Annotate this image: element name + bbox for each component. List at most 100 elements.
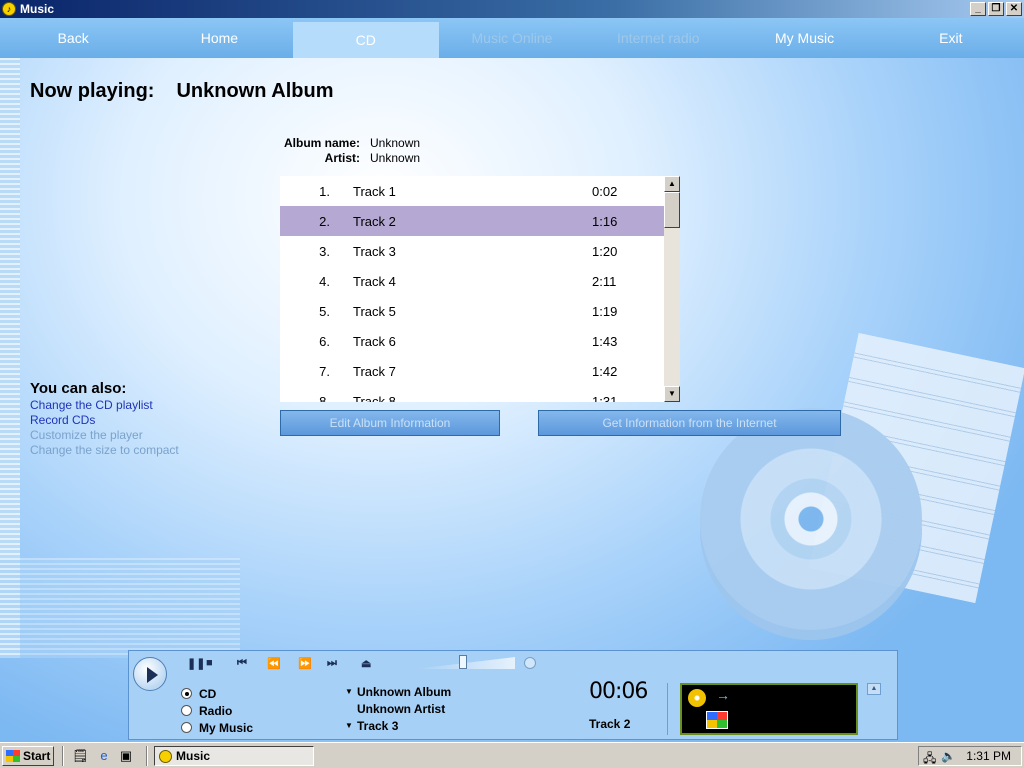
- volume-slider-knob[interactable]: [459, 655, 467, 669]
- system-tray: 🖧 🔈 1:31 PM: [918, 746, 1022, 766]
- album-info: Album name: Unknown Artist: Unknown: [280, 136, 420, 166]
- track-number: 2.: [319, 214, 330, 229]
- track-row[interactable]: 6. Track 6 1:43: [280, 326, 680, 356]
- source-my-music[interactable]: My Music: [181, 719, 253, 736]
- taskbar-music-label: Music: [176, 749, 211, 763]
- player-album: Unknown Album: [357, 684, 452, 699]
- nav-music-online: Music Online: [471, 30, 553, 46]
- divider: [667, 683, 668, 735]
- track-row[interactable]: 7. Track 7 1:42: [280, 356, 680, 386]
- record-cds-link[interactable]: Record CDs: [30, 413, 179, 428]
- source-cd[interactable]: CD: [181, 685, 253, 702]
- eject-icon[interactable]: ⏏: [361, 657, 371, 670]
- track-duration: 1:16: [592, 214, 618, 229]
- start-label: Start: [23, 749, 51, 763]
- track-number: 1.: [319, 184, 330, 199]
- fast-forward-icon[interactable]: ⏩: [298, 657, 312, 670]
- source-selector: CD Radio My Music: [181, 685, 253, 736]
- dropdown-arrow-icon[interactable]: ▼: [345, 687, 357, 696]
- compact-size-link: Change the size to compact: [30, 443, 179, 457]
- title-bar: ♪ Music _ ❐ ✕: [0, 0, 1024, 18]
- track-number: 6.: [319, 334, 330, 349]
- track-name: Track 5: [353, 304, 396, 319]
- radio-icon[interactable]: [181, 705, 192, 716]
- track-number: 8.: [319, 394, 330, 402]
- dropdown-arrow-icon[interactable]: ▼: [345, 721, 357, 730]
- play-button[interactable]: [133, 657, 167, 691]
- track-row[interactable]: 5. Track 5 1:19: [280, 296, 680, 326]
- nav-home[interactable]: Home: [146, 18, 292, 58]
- source-label: Radio: [199, 703, 233, 718]
- album-name-value: Unknown: [370, 136, 421, 150]
- track-duration: 2:11: [592, 274, 617, 289]
- nav-exit[interactable]: Exit: [878, 18, 1024, 58]
- nav-my-music[interactable]: My Music: [731, 18, 877, 58]
- scroll-down-icon[interactable]: ▼: [664, 386, 680, 402]
- page-title: Now playing: Unknown Album: [30, 80, 333, 103]
- elapsed-time: 00:06: [589, 679, 648, 704]
- edit-album-info-button[interactable]: Edit Album Information: [280, 410, 500, 436]
- nav-back[interactable]: Back: [0, 18, 146, 58]
- player-artist: Unknown Artist: [357, 701, 446, 716]
- track-row-selected[interactable]: 2. Track 2 1:16: [280, 206, 664, 236]
- source-radio[interactable]: Radio: [181, 702, 253, 719]
- scroll-thumb[interactable]: [664, 192, 680, 228]
- track-name: Track 4: [353, 274, 396, 289]
- track-number: 5.: [319, 304, 330, 319]
- track-list-scrollbar[interactable]: ▲ ▼: [664, 176, 680, 402]
- cd-decoration: [700, 408, 922, 630]
- scroll-up-icon[interactable]: ▲: [664, 176, 680, 192]
- decorative-stripes-bottom: [0, 558, 240, 658]
- arrow-right-icon: →: [716, 687, 730, 703]
- main-panel: Now playing: Unknown Album Album name: Un…: [0, 58, 1024, 742]
- internet-explorer-icon[interactable]: e: [96, 748, 112, 764]
- track-duration: 1:19: [592, 304, 618, 319]
- stop-icon[interactable]: ■: [206, 657, 213, 669]
- track-number: 7.: [319, 364, 330, 379]
- desktop-icon[interactable]: 🗒: [72, 748, 89, 764]
- nav-cd[interactable]: CD: [292, 22, 439, 58]
- track-row[interactable]: 8. Track 8 1:31: [280, 386, 680, 402]
- rewind-icon[interactable]: ⏪: [267, 657, 281, 670]
- track-dropdown[interactable]: ▼ Track 3: [345, 717, 451, 734]
- windows-flag-icon: [6, 750, 20, 762]
- pause-icon[interactable]: ❚❚: [187, 657, 205, 670]
- customize-player-link: Customize the player: [30, 428, 143, 442]
- next-track-icon[interactable]: ⏭: [327, 657, 337, 670]
- change-playlist-link[interactable]: Change the CD playlist: [30, 398, 179, 413]
- track-name: Track 2: [353, 214, 396, 229]
- clock: 1:31 PM: [966, 749, 1011, 763]
- get-info-internet-button[interactable]: Get Information from the Internet: [538, 410, 841, 436]
- track-row[interactable]: 1. Track 1 0:02: [280, 176, 680, 206]
- music-app-icon: ♪: [2, 2, 16, 16]
- music-app-icon: [159, 749, 172, 763]
- expand-up-icon[interactable]: ▲: [867, 683, 881, 695]
- track-row[interactable]: 4. Track 4 2:11: [280, 266, 680, 296]
- source-label: My Music: [199, 720, 254, 735]
- current-track-label: Track 2: [589, 717, 631, 731]
- minimize-button[interactable]: _: [970, 2, 986, 16]
- track-row[interactable]: 3. Track 3 1:20: [280, 236, 680, 266]
- media-info: ▼ Unknown Album Unknown Artist ▼ Track 3: [345, 683, 451, 734]
- you-can-also-heading: You can also:: [30, 380, 127, 397]
- nav-bar: Back Home CD Music Online Internet radio…: [0, 18, 1024, 58]
- track-number: 4.: [319, 274, 330, 289]
- you-can-also-panel: You can also: Change the CD playlist Rec…: [30, 380, 179, 458]
- radio-icon[interactable]: [181, 688, 192, 699]
- album-name-label: Album name:: [283, 136, 360, 150]
- start-button[interactable]: Start: [2, 746, 54, 766]
- cd-icon: [688, 689, 706, 707]
- track-duration: 1:43: [592, 334, 618, 349]
- volume-icon[interactable]: 🔈: [941, 749, 956, 763]
- media-player-icon[interactable]: ▣: [118, 748, 134, 764]
- track-duration: 1:20: [592, 244, 618, 259]
- network-icon[interactable]: 🖧: [923, 749, 936, 768]
- previous-track-icon[interactable]: ⏮: [237, 657, 247, 670]
- player-bar: ❚❚ ■ ⏮ ⏪ ⏩ ⏭ ⏏ CD Radio My Music ▼ Unknow…: [128, 650, 898, 740]
- taskbar-music-button[interactable]: Music: [154, 746, 314, 766]
- album-dropdown[interactable]: ▼ Unknown Album: [345, 683, 451, 700]
- close-button[interactable]: ✕: [1006, 2, 1022, 16]
- windows-logo-icon: [706, 711, 728, 729]
- radio-icon[interactable]: [181, 722, 192, 733]
- maximize-button[interactable]: ❐: [988, 2, 1004, 16]
